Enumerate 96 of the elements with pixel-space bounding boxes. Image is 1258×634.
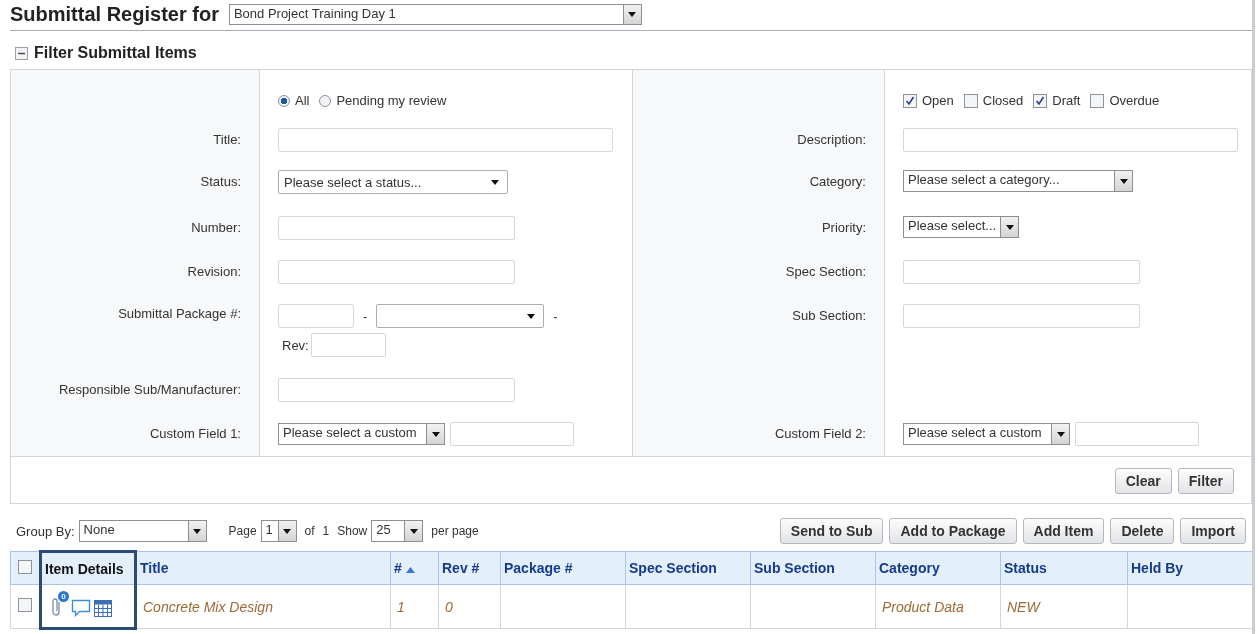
field-label: Description: — [797, 132, 866, 147]
checkbox[interactable] — [1033, 93, 1048, 108]
field-label: Title: — [213, 132, 241, 147]
radio-label: Pending my review — [336, 93, 447, 108]
column-header[interactable]: Package # — [500, 551, 626, 585]
page-count: 1 — [322, 524, 330, 538]
input-field[interactable] — [903, 128, 1238, 152]
field-label: Spec Section: — [785, 264, 866, 279]
separator-text: - — [552, 308, 559, 324]
caret-icon — [628, 12, 637, 17]
caret-icon — [491, 179, 499, 185]
caret-icon — [1056, 431, 1065, 437]
pager-label: of — [304, 524, 315, 538]
column-header[interactable]: Category — [875, 551, 1001, 585]
field-label: Priority: — [821, 220, 866, 235]
caret-icon — [409, 528, 418, 534]
dropdown[interactable]: Please select... — [903, 216, 1019, 238]
input-field[interactable] — [903, 260, 1140, 284]
field-label: Rev: — [282, 337, 309, 353]
checkbox-label: Overdue — [1109, 93, 1160, 108]
paperclip-icon[interactable] — [52, 597, 62, 617]
field-label: Category: — [809, 174, 866, 189]
column-header[interactable]: Title — [135, 551, 391, 585]
field-label: Number: — [191, 220, 241, 235]
field-label: Sub Section: — [792, 308, 866, 323]
checkbox[interactable] — [18, 598, 32, 612]
column-header[interactable]: # — [390, 551, 439, 585]
action-button[interactable]: Filter — [1177, 468, 1234, 494]
field-label: Custom Field 1: — [149, 426, 241, 441]
field-label: Custom Field 2: — [774, 426, 866, 441]
group-by-dropdown[interactable]: None — [78, 520, 207, 542]
checkbox-label: Closed — [982, 93, 1024, 108]
collapse-icon[interactable] — [15, 46, 28, 60]
field-label: Submittal Package #: — [118, 306, 241, 321]
table-cell: 0 — [445, 598, 453, 615]
pager-label: Show — [337, 524, 368, 538]
column-header[interactable]: Status — [1000, 551, 1128, 585]
dropdown[interactable]: Please select a status... — [278, 170, 508, 194]
field-label: Revision: — [187, 264, 241, 279]
table-cell: 1 — [397, 598, 405, 615]
dropdown[interactable]: Please select a custom — [903, 423, 1070, 445]
column-header[interactable]: Sub Section — [750, 551, 876, 585]
column-header[interactable]: Rev # — [438, 551, 501, 585]
comment-icon[interactable] — [71, 599, 91, 617]
input-field[interactable] — [278, 378, 515, 402]
caret-icon — [1119, 178, 1128, 184]
pager-label: per page — [431, 524, 479, 538]
radio-button[interactable] — [319, 94, 332, 107]
pager-label: Page — [228, 524, 257, 538]
action-button[interactable]: Add Item — [1022, 518, 1105, 544]
table-cell: Concrete Mix Design — [143, 598, 273, 615]
dropdown[interactable]: Please select a category... — [903, 170, 1133, 192]
dropdown[interactable]: Please select a custom — [278, 423, 445, 445]
checkbox[interactable] — [18, 559, 32, 574]
input-field[interactable] — [278, 260, 515, 284]
field-label: Group By: — [16, 523, 75, 539]
dropdown[interactable] — [376, 304, 545, 328]
field-label: Responsible Sub/Manufacturer: — [58, 382, 241, 397]
action-button[interactable]: Send to Sub — [779, 518, 884, 544]
page-size-dropdown[interactable]: 25 — [371, 520, 424, 542]
calendar-icon[interactable] — [94, 600, 112, 617]
caret-icon — [1005, 224, 1014, 230]
section-title: Filter Submittal Items — [34, 44, 197, 62]
input-field[interactable] — [450, 422, 574, 446]
column-header[interactable]: Item Details — [40, 551, 136, 585]
checkbox-label: Draft — [1052, 93, 1081, 108]
caret-icon — [283, 528, 292, 534]
input-field[interactable] — [903, 304, 1140, 328]
action-button[interactable]: Delete — [1110, 518, 1175, 544]
action-button[interactable]: Clear — [1114, 468, 1172, 494]
checkbox-label: Open — [922, 93, 954, 108]
input-field[interactable] — [278, 304, 354, 328]
table-cell: Product Data — [882, 598, 964, 615]
caret-icon — [527, 313, 536, 319]
column-header[interactable]: Held By — [1127, 551, 1252, 585]
checkbox[interactable] — [1090, 93, 1105, 108]
column-header[interactable]: Spec Section — [625, 551, 751, 585]
checkbox[interactable] — [903, 93, 917, 108]
input-field[interactable] — [278, 128, 613, 152]
input-field[interactable] — [278, 216, 515, 240]
count-badge: 0 — [58, 591, 69, 602]
input-field[interactable] — [1075, 422, 1199, 446]
input-field[interactable] — [310, 333, 386, 357]
table-cell: NEW — [1007, 598, 1040, 615]
page-title: Submittal Register for — [10, 3, 219, 26]
action-button[interactable]: Import — [1180, 518, 1246, 544]
radio-button[interactable] — [278, 94, 290, 107]
separator-text: - — [362, 308, 369, 324]
field-label: Status: — [200, 174, 241, 189]
project-dropdown[interactable]: Bond Project Training Day 1 — [228, 4, 642, 25]
caret-icon — [193, 528, 202, 534]
page-dropdown[interactable]: 1 — [260, 520, 297, 542]
radio-label: All — [295, 93, 310, 108]
checkbox[interactable] — [963, 93, 978, 108]
action-button[interactable]: Add to Package — [889, 518, 1017, 544]
caret-icon — [431, 431, 440, 437]
